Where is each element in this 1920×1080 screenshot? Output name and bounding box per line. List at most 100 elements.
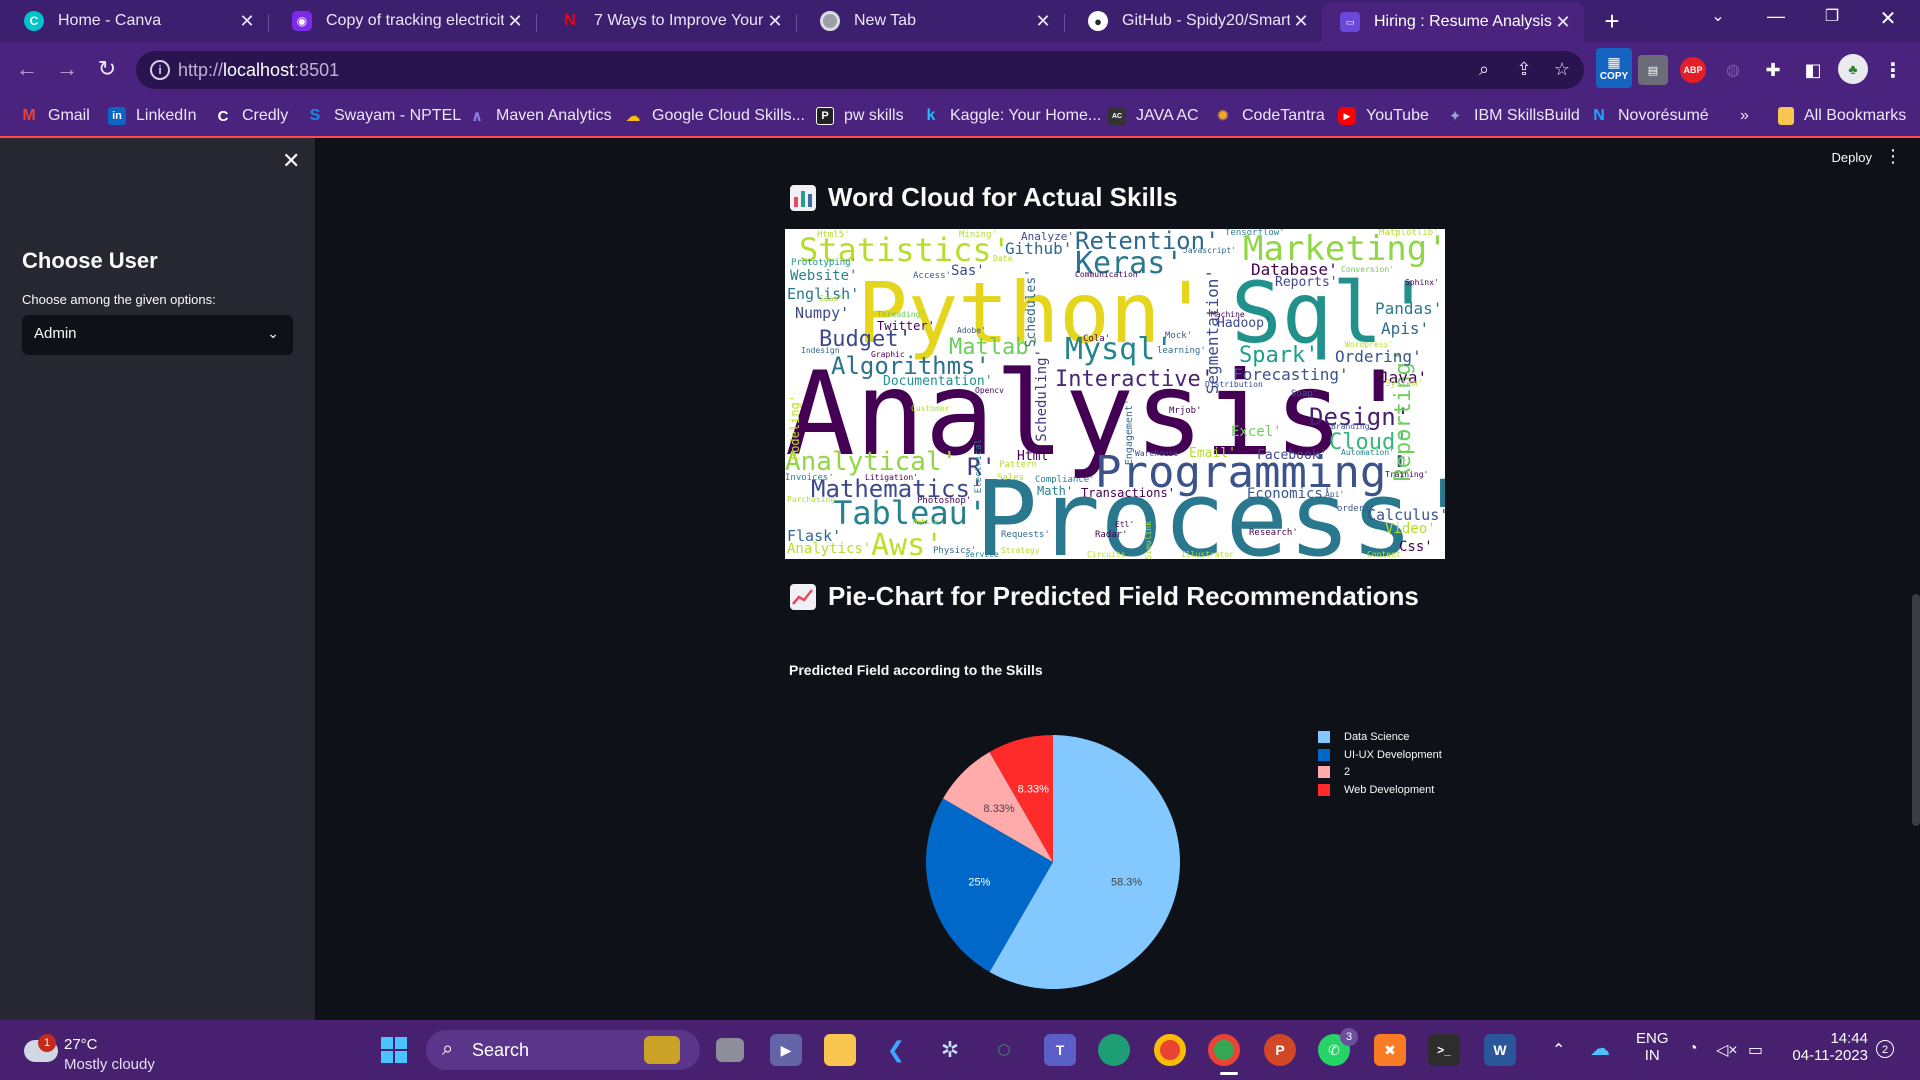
back-icon[interactable]: ← xyxy=(12,54,42,84)
tab-title: Copy of tracking electricity xyxy=(326,12,504,29)
legend-item[interactable]: Data Science xyxy=(1318,728,1442,746)
bookmark-star-icon[interactable]: ☆ xyxy=(1550,59,1574,83)
tab-new-tab[interactable]: New Tab ✕ xyxy=(796,4,1064,38)
clock[interactable]: 14:44 04-11-2023 xyxy=(1784,1030,1868,1064)
close-tab-icon[interactable]: ✕ xyxy=(764,11,786,32)
browser-menu-icon[interactable]: ⋮ xyxy=(1878,55,1908,85)
n-icon: N xyxy=(564,12,576,29)
bookmark-java-ac[interactable]: AC JAVA AC xyxy=(1108,104,1199,128)
avatar[interactable]: ♣ xyxy=(1838,54,1868,84)
address-bar[interactable]: i http://localhost:8501 ⌕ ⇪ ☆ xyxy=(136,51,1584,89)
language-indicator[interactable]: ENG IN xyxy=(1636,1030,1669,1064)
search-label: Search xyxy=(472,1040,530,1060)
teams-icon[interactable]: T xyxy=(1044,1034,1076,1066)
reload-icon[interactable]: ↻ xyxy=(92,54,122,84)
snipping-icon[interactable]: ✲ xyxy=(934,1034,966,1066)
bookmark-youtube[interactable]: ▶ YouTube xyxy=(1338,104,1429,128)
scrollbar[interactable] xyxy=(1912,594,1920,826)
chrome-profile-icon[interactable] xyxy=(1208,1034,1240,1066)
bookmark-maven[interactable]: ∧ Maven Analytics xyxy=(468,104,612,128)
legend-item[interactable]: UI-UX Development xyxy=(1318,746,1442,764)
minimize-icon[interactable]: — xyxy=(1754,6,1798,27)
legend-item[interactable]: Web Development xyxy=(1318,781,1442,799)
task-view-icon[interactable] xyxy=(716,1038,744,1062)
extensions-puzzle-icon[interactable]: ✚ xyxy=(1758,55,1788,85)
close-tab-icon[interactable]: ✕ xyxy=(1552,12,1574,33)
tray-chevron-icon[interactable]: ⌃ xyxy=(1552,1040,1565,1060)
battery-icon[interactable]: ▭ xyxy=(1748,1040,1763,1060)
vscode-icon[interactable]: ❮ xyxy=(880,1034,912,1066)
bookmark-kaggle[interactable]: k Kaggle: Your Home... xyxy=(922,104,1102,128)
windows-start-icon[interactable] xyxy=(378,1034,410,1066)
main-menu-icon[interactable]: ⋮ xyxy=(1884,146,1902,167)
extension-disabled-icon[interactable]: ◍ xyxy=(1718,55,1748,85)
wordcloud-word: Pattern xyxy=(999,460,1037,470)
adblock-icon[interactable]: ABP xyxy=(1680,57,1706,83)
close-tab-icon[interactable]: ✕ xyxy=(1032,11,1054,32)
bookmark-codetantra[interactable]: ✹ CodeTantra xyxy=(1214,104,1324,128)
bookmark-credly[interactable]: C Credly xyxy=(214,104,289,128)
wordcloud-word: Simulink xyxy=(1144,521,1153,559)
wordcloud-word: Litigation' xyxy=(865,473,918,482)
file-explorer-icon[interactable] xyxy=(824,1034,856,1066)
all-bookmarks-button[interactable]: All Bookmarks xyxy=(1778,104,1906,128)
tab-search-icon[interactable]: ⌄ xyxy=(1696,6,1740,26)
side-panel-icon[interactable]: ◧ xyxy=(1798,55,1828,85)
zoom-icon[interactable]: ⌕ xyxy=(1472,59,1496,83)
refresh-app-icon[interactable]: ◌ xyxy=(988,1034,1020,1066)
tab-hiring-resume-analysis[interactable]: ▭ Hiring : Resume Analysis ✕ xyxy=(1322,2,1584,42)
tab-improve-article[interactable]: N 7 Ways to Improve Your W ✕ xyxy=(536,4,796,38)
copy-extension-icon[interactable]: ▦ COPY xyxy=(1596,48,1632,88)
taskbar-search[interactable]: ⌕ Search xyxy=(426,1030,700,1070)
url-text[interactable]: http://localhost:8501 xyxy=(178,60,339,81)
tab-tracking-electricity[interactable]: ◉ Copy of tracking electricity ✕ xyxy=(268,4,536,38)
share-icon[interactable]: ⇪ xyxy=(1512,59,1536,83)
close-window-icon[interactable]: ✕ xyxy=(1866,6,1910,31)
tab-canva[interactable]: C Home - Canva ✕ xyxy=(0,4,268,38)
terminal-icon[interactable]: >_ xyxy=(1428,1034,1460,1066)
extension-icon[interactable]: ▤ xyxy=(1638,55,1668,85)
forward-icon[interactable]: → xyxy=(52,54,82,84)
wordcloud-word: Email' xyxy=(1189,446,1236,461)
bookmark-pw-skills[interactable]: Ppw skills xyxy=(816,104,904,128)
bookmark-gmail[interactable]: M Gmail xyxy=(20,104,89,128)
wordcloud-word: Mining' xyxy=(959,230,997,240)
time: 14:44 xyxy=(1830,1030,1868,1047)
close-tab-icon[interactable]: ✕ xyxy=(1290,11,1312,32)
deploy-button[interactable]: Deploy xyxy=(1832,150,1872,165)
wordcloud-word: Customer xyxy=(911,404,950,413)
new-tab-button[interactable]: + xyxy=(1596,6,1628,36)
edge-icon[interactable] xyxy=(1098,1034,1130,1066)
bookmark-novoresume[interactable]: N Novorésumé xyxy=(1590,104,1708,128)
powerpoint-icon[interactable]: P xyxy=(1264,1034,1296,1066)
close-tab-icon[interactable]: ✕ xyxy=(504,11,526,32)
bookmark-ibm[interactable]: ✦ IBM SkillsBuild xyxy=(1446,104,1580,128)
legend-item[interactable]: 2 xyxy=(1318,764,1442,782)
pie-slice-label: 8.33% xyxy=(1018,783,1049,795)
wifi-icon[interactable]: ◔ xyxy=(1688,1040,1698,1058)
bookmark-google-cloud[interactable]: ☁ Google Cloud Skills... xyxy=(624,104,805,128)
wordcloud-word: Wordpress' xyxy=(1345,340,1394,349)
meet-icon[interactable]: ▶ xyxy=(770,1034,802,1066)
site-info-icon[interactable]: i xyxy=(150,60,170,80)
onedrive-icon[interactable]: ☁ xyxy=(1590,1036,1610,1061)
wordcloud-word: Github' xyxy=(1005,239,1073,258)
xampp-icon[interactable]: ✖ xyxy=(1374,1034,1406,1066)
wordcloud-word: Branding' xyxy=(1331,422,1375,431)
restore-icon[interactable]: ❐ xyxy=(1810,6,1854,26)
volume-muted-icon[interactable]: ◁× xyxy=(1716,1040,1738,1060)
close-tab-icon[interactable]: ✕ xyxy=(236,11,258,32)
canva-icon: C xyxy=(24,11,44,31)
pie-chart[interactable]: 58.3% 25% 8.33%8.33% xyxy=(909,718,1197,1006)
word-icon[interactable]: W xyxy=(1484,1034,1516,1066)
notification-badge[interactable]: 2 xyxy=(1876,1040,1894,1058)
wordcloud-image: Analysis' Process' Python' Sql' Programming'… xyxy=(785,229,1445,559)
bookmarks-overflow-button[interactable]: » xyxy=(1740,104,1749,128)
tab-github[interactable]: ● GitHub - Spidy20/Smart_R ✕ xyxy=(1064,4,1322,38)
bookmark-swayam[interactable]: S Swayam - NPTEL xyxy=(306,104,461,128)
close-sidebar-icon[interactable]: ✕ xyxy=(282,148,300,174)
chrome-taskbar-icon[interactable] xyxy=(1154,1034,1186,1066)
user-select[interactable]: Admin ⌄ xyxy=(22,315,293,355)
bookmark-linkedin[interactable]: in LinkedIn xyxy=(108,104,197,128)
wordcloud-word: Electrical xyxy=(974,439,984,494)
